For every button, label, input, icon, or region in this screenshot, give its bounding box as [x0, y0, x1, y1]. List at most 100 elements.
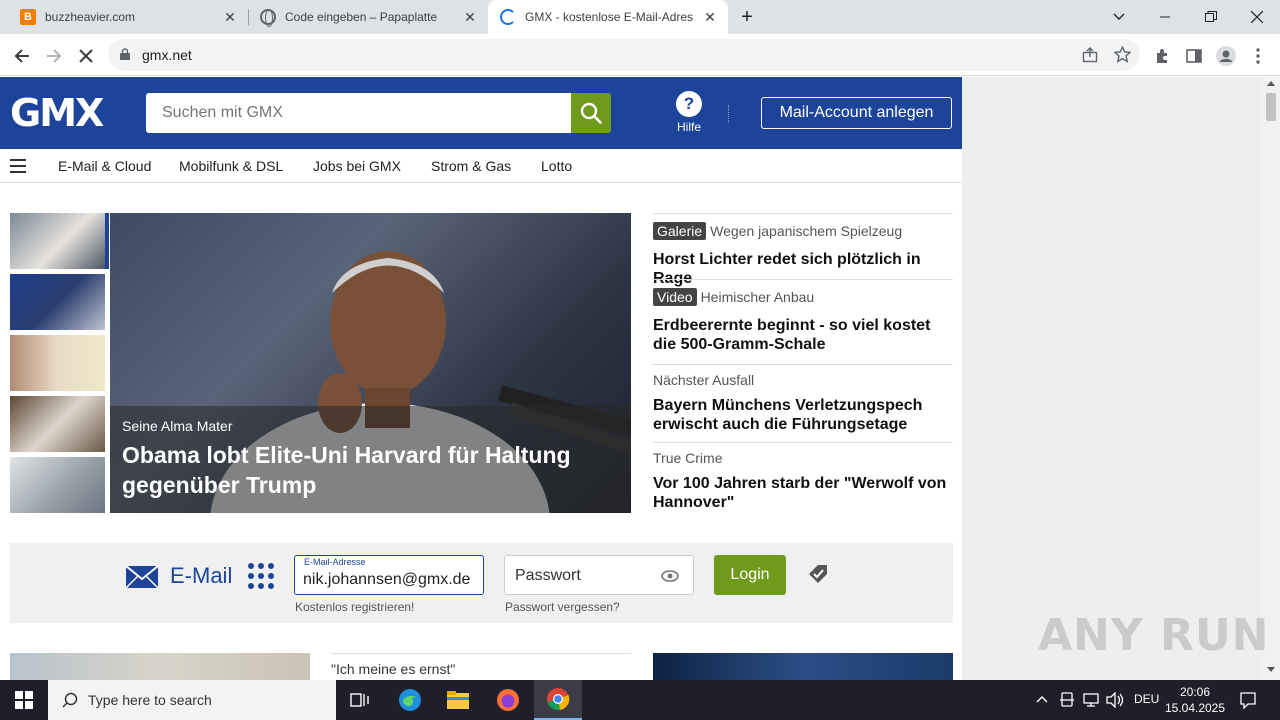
- edge-app[interactable]: [386, 680, 434, 720]
- firefox-icon: [497, 689, 519, 711]
- search-button[interactable]: [571, 93, 611, 133]
- login-button[interactable]: Login: [714, 555, 786, 595]
- close-icon[interactable]: ✕: [462, 9, 478, 25]
- news-item[interactable]: Video Heimischer Anbau Erdbeerernte begin…: [653, 279, 953, 365]
- news-kicker: Nächster Ausfall: [653, 372, 755, 388]
- scroll-down-icon[interactable]: [1267, 667, 1275, 672]
- gmx-logo[interactable]: GMX: [10, 91, 104, 135]
- forward-button[interactable]: [40, 42, 68, 70]
- scrollbar-thumb[interactable]: [1266, 93, 1276, 121]
- stop-loading-button[interactable]: [72, 42, 100, 70]
- news-headline[interactable]: Bayern Münchens Verletzungspech erwischt…: [653, 396, 953, 434]
- hero-thumbnail[interactable]: [10, 457, 105, 513]
- chrome-app[interactable]: [534, 680, 582, 720]
- minimize-button[interactable]: [1142, 0, 1188, 34]
- tag-check-icon[interactable]: [806, 562, 830, 586]
- news-item[interactable]: True Crime Vor 100 Jahren starb der "Wer…: [653, 442, 953, 520]
- kebab-menu-icon: [1256, 48, 1260, 64]
- scroll-up-icon[interactable]: [1267, 81, 1275, 86]
- tab-search-button[interactable]: [1096, 0, 1142, 34]
- taskbar-search[interactable]: Type here to search: [48, 680, 336, 720]
- tab-strip: B buzzheavier.com ✕ Code eingeben – Papa…: [0, 0, 1280, 34]
- minimize-icon: [1160, 16, 1170, 18]
- network-icon[interactable]: [1083, 692, 1099, 708]
- nav-item-strom-gas[interactable]: Strom & Gas: [431, 158, 511, 174]
- close-window-button[interactable]: [1234, 0, 1280, 34]
- mail-account-button[interactable]: Mail-Account anlegen: [761, 97, 952, 129]
- search-input[interactable]: [146, 93, 571, 133]
- nav-item-lotto[interactable]: Lotto: [541, 158, 572, 174]
- teaser-image[interactable]: [10, 653, 310, 680]
- nav-item-jobs[interactable]: Jobs bei GMX: [313, 158, 401, 174]
- file-explorer-app[interactable]: [434, 680, 482, 720]
- divider: [728, 105, 729, 123]
- help-link[interactable]: ? Hilfe: [672, 91, 706, 134]
- login-bar: E-Mail E-Mail-Adresse nik.johannsen@gmx.…: [10, 543, 953, 623]
- apps-grid-icon[interactable]: [248, 563, 274, 589]
- language-indicator[interactable]: DEU: [1134, 692, 1159, 706]
- hero-title[interactable]: Obama lobt Elite-Uni Harvard für Haltung…: [122, 440, 612, 500]
- scrollbar[interactable]: [1262, 77, 1280, 680]
- question-icon: ?: [676, 91, 702, 117]
- address-bar[interactable]: gmx.net: [108, 39, 1140, 71]
- news-item[interactable]: Galerie Wegen japanischem Spielzeug Horst…: [653, 213, 953, 287]
- forgot-password-link[interactable]: Passwort vergessen?: [505, 600, 620, 614]
- hamburger-menu-icon[interactable]: [10, 159, 26, 173]
- hero-thumbnail[interactable]: [10, 335, 105, 391]
- puzzle-icon: [1157, 49, 1167, 63]
- extensions-button[interactable]: [1148, 42, 1176, 70]
- share-icon[interactable]: [1082, 47, 1098, 63]
- firefox-app[interactable]: [484, 680, 532, 720]
- eye-icon[interactable]: [661, 570, 679, 582]
- restore-button[interactable]: [1188, 0, 1234, 34]
- hero-teaser[interactable]: Seine Alma Mater Obama lobt Elite-Uni Ha…: [110, 213, 631, 513]
- search-icon: [62, 692, 78, 708]
- volume-icon[interactable]: [1106, 692, 1124, 708]
- password-field[interactable]: Passwort: [504, 555, 694, 595]
- email-field-value[interactable]: nik.johannsen@gmx.de: [303, 571, 475, 589]
- close-icon: [1251, 11, 1263, 23]
- new-tab-button[interactable]: +: [730, 0, 764, 34]
- hero-caption: Seine Alma Mater Obama lobt Elite-Uni Ha…: [110, 406, 631, 513]
- chevron-up-icon[interactable]: [1036, 695, 1048, 703]
- device-icon[interactable]: [1060, 692, 1074, 708]
- folder-icon: [447, 691, 469, 709]
- teaser-quote[interactable]: "Ich meine es ernst": [331, 661, 455, 677]
- back-button[interactable]: [8, 42, 36, 70]
- profile-button[interactable]: [1212, 42, 1240, 70]
- star-icon[interactable]: [1114, 46, 1131, 63]
- start-button[interactable]: [0, 680, 48, 720]
- avatar-icon: [1216, 46, 1236, 66]
- restore-icon: [1205, 11, 1217, 22]
- news-headline[interactable]: Vor 100 Jahren starb der "Werwolf von Ha…: [653, 474, 953, 512]
- clock[interactable]: 20:06 15.04.2025: [1160, 684, 1230, 716]
- hero-thumbnail[interactable]: [10, 213, 109, 269]
- b-favicon-icon: B: [20, 9, 36, 25]
- tab-papaplatte[interactable]: Code eingeben – Papaplatte ✕: [248, 0, 488, 34]
- teaser-image[interactable]: [653, 653, 953, 680]
- hero-thumbnail[interactable]: [10, 274, 105, 330]
- menu-button[interactable]: [1244, 42, 1272, 70]
- tab-gmx[interactable]: GMX - kostenlose E-Mail-Adresse ✕: [488, 0, 728, 34]
- side-panel-button[interactable]: [1180, 42, 1208, 70]
- task-view-button[interactable]: [336, 680, 384, 720]
- hero-thumbnail[interactable]: [10, 396, 105, 452]
- clock-time: 20:06: [1179, 685, 1211, 699]
- lock-icon[interactable]: [120, 48, 130, 60]
- url-text[interactable]: gmx.net: [142, 47, 192, 63]
- hero-thumbnail-strip: [10, 213, 110, 513]
- gmx-header: GMX ? Hilfe Mail-Account anlegen: [0, 77, 962, 149]
- tab-buzzheavier[interactable]: B buzzheavier.com ✕: [8, 0, 248, 34]
- email-field[interactable]: E-Mail-Adresse nik.johannsen@gmx.de: [294, 555, 484, 595]
- news-headline[interactable]: Erdbeerernte beginnt - so viel kostet di…: [653, 316, 953, 354]
- nav-item-mobilfunk-dsl[interactable]: Mobilfunk & DSL: [179, 158, 283, 174]
- nav-item-email-cloud[interactable]: E-Mail & Cloud: [58, 158, 151, 174]
- search-icon: [580, 102, 602, 124]
- notification-icon[interactable]: [1239, 691, 1257, 709]
- news-item[interactable]: Nächster Ausfall Bayern Münchens Verletz…: [653, 364, 953, 442]
- register-link[interactable]: Kostenlos registrieren!: [295, 600, 414, 614]
- loading-spinner-icon: [500, 9, 516, 25]
- close-icon[interactable]: ✕: [702, 9, 718, 25]
- close-icon[interactable]: ✕: [222, 9, 238, 25]
- gmx-page: GMX ? Hilfe Mail-Account anlegen E-Mail …: [0, 77, 962, 680]
